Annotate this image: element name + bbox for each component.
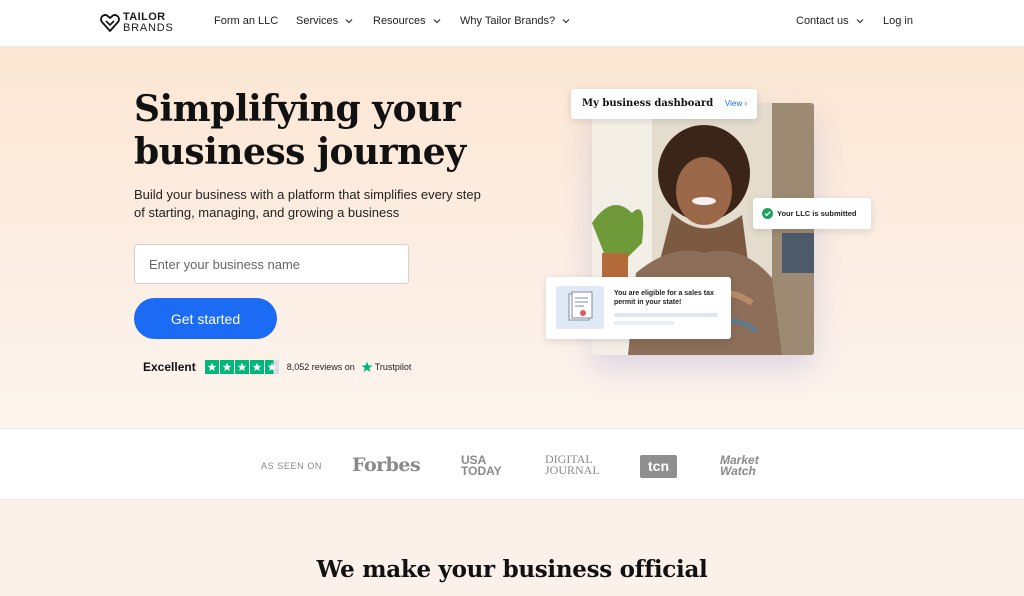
- business-name-input[interactable]: [134, 244, 409, 284]
- trustpilot-rating[interactable]: Excellent 8,052 reviews on Trustpilot: [143, 359, 411, 375]
- nav-form-llc[interactable]: Form an LLC: [214, 15, 278, 27]
- check-circle-icon: [762, 208, 773, 219]
- nav-log-in[interactable]: Log in: [883, 15, 913, 27]
- llc-status-text: Your LLC is submitted: [777, 209, 857, 218]
- digital-journal-logo: DIGITAL JOURNAL: [545, 453, 600, 477]
- dashboard-card[interactable]: My business dashboard View ›: [571, 89, 757, 119]
- get-started-button[interactable]: Get started: [134, 298, 277, 339]
- main-nav: Form an LLC Services Resources Why Tailo…: [0, 15, 1024, 31]
- chevron-down-icon: [345, 19, 353, 24]
- usa-today-logo: USA TODAY: [461, 454, 502, 478]
- logo-line: JOURNAL: [545, 463, 600, 477]
- official-section: We make your business official: [0, 500, 1024, 596]
- chevron-down-icon: [433, 19, 441, 24]
- hero-subtitle: Build your business with a platform that…: [134, 187, 481, 220]
- nav-resources[interactable]: Resources: [373, 15, 441, 27]
- section-title: We make your business official: [316, 556, 708, 583]
- placeholder-line: [614, 321, 674, 325]
- logo-line: TODAY: [461, 464, 502, 478]
- nav-services[interactable]: Services: [296, 15, 353, 27]
- nav-label: Form an LLC: [214, 15, 279, 27]
- nav-contact-us[interactable]: Contact us: [796, 15, 864, 27]
- press-strip: AS SEEN ON Forbes USA TODAY DIGITAL JOUR…: [0, 428, 1024, 500]
- nav-label: Resources: [373, 15, 426, 27]
- logo-line: Watch: [720, 464, 756, 478]
- dashboard-view-link[interactable]: View ›: [725, 99, 747, 108]
- rating-label: Excellent: [143, 360, 196, 374]
- certificate-icon: [556, 286, 604, 329]
- nav-label: Log in: [883, 15, 913, 27]
- star-icon: [219, 360, 234, 374]
- rating-stars: [204, 360, 279, 374]
- trustpilot-brand: Trustpilot: [361, 361, 412, 373]
- tax-permit-text: You are eligible for a sales tax permit …: [614, 290, 714, 306]
- trustpilot-label: Trustpilot: [374, 362, 412, 372]
- review-count: 8,052 reviews on: [286, 362, 355, 372]
- site-header: TAILOR BRANDS Form an LLC Services Resou…: [0, 0, 1024, 47]
- llc-status-card: Your LLC is submitted: [753, 198, 871, 229]
- placeholder-line: [614, 313, 718, 317]
- nav-label: Contact us: [796, 15, 849, 27]
- star-icon: [234, 360, 249, 374]
- as-seen-on-label: AS SEEN ON: [261, 461, 323, 471]
- nav-label: Services: [296, 15, 339, 27]
- star-icon: [249, 360, 264, 374]
- forbes-logo: Forbes: [352, 454, 421, 476]
- chevron-down-icon: [562, 19, 570, 24]
- chevron-down-icon: [856, 19, 864, 24]
- nav-label: Why Tailor Brands?: [460, 15, 556, 27]
- hero-title: Simplifying your business journey: [134, 88, 466, 173]
- star-icon: [204, 360, 219, 374]
- dashboard-title: My business dashboard: [582, 98, 714, 109]
- half-star-icon: [264, 360, 279, 374]
- tax-permit-card: You are eligible for a sales tax permit …: [546, 277, 731, 339]
- trustpilot-star-icon: [361, 361, 373, 372]
- nav-why-tailor-brands[interactable]: Why Tailor Brands?: [460, 15, 570, 27]
- tcn-logo: tcn: [640, 455, 677, 478]
- market-watch-logo: Market Watch: [720, 454, 759, 478]
